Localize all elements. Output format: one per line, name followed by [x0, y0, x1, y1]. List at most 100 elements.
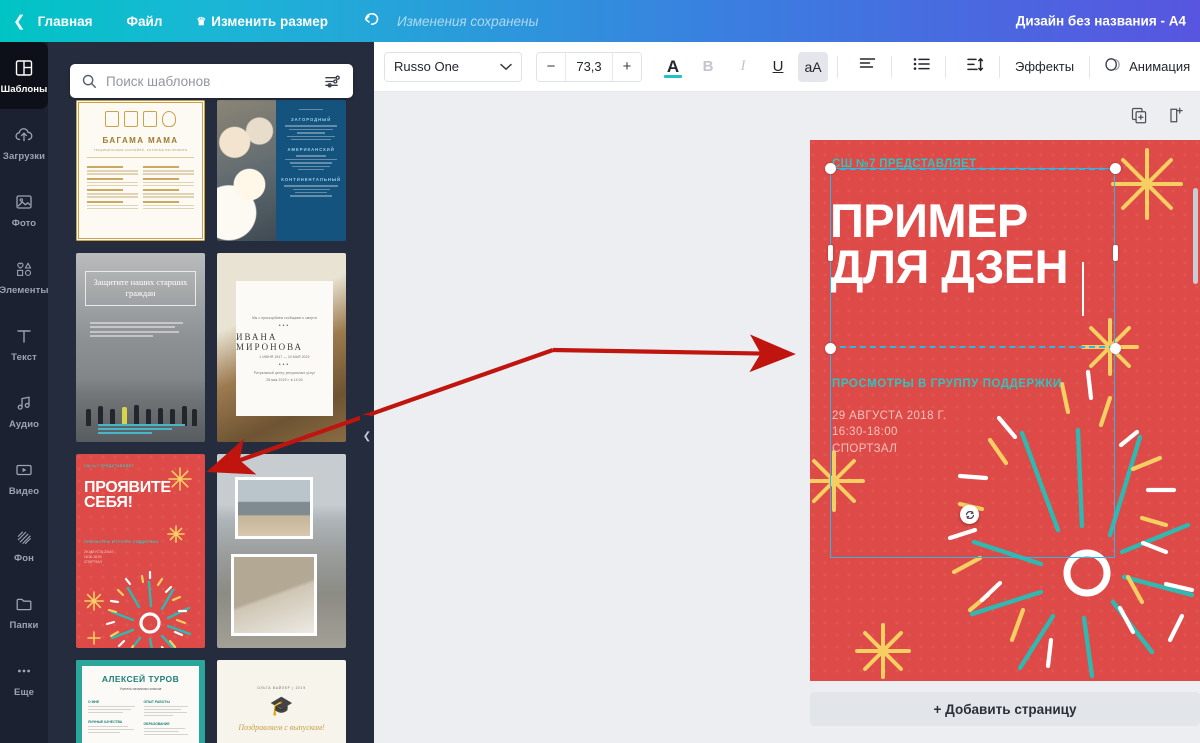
filter-sliders-icon[interactable]	[324, 73, 341, 90]
align-button[interactable]	[852, 52, 882, 82]
undo-icon[interactable]	[362, 11, 381, 31]
panel-collapse-button[interactable]: ❮	[360, 415, 374, 457]
text-color-label: A	[666, 56, 680, 76]
home-menu[interactable]: Главная	[38, 14, 93, 29]
templates-icon	[13, 57, 35, 79]
template-card-beach-collage[interactable]	[217, 454, 346, 648]
template-grid[interactable]: БАГАМА МАМА ТРАДИЦИОННЫЕ КОКТЕЙЛИ, КОТОР…	[48, 100, 374, 743]
template-title: Защитите наших старших граждан	[93, 277, 188, 299]
align-left-icon	[859, 57, 876, 76]
sidebar-item-templates[interactable]: Шаблоны	[0, 42, 48, 109]
home-label: Главная	[37, 13, 93, 29]
italic-button[interactable]: I	[728, 52, 758, 82]
canvas-stage: СШ №7 ПРЕДСТАВЛЯЕТ ПРИМЕР ДЛЯ ДЗЕН ПРОСМ…	[374, 92, 1200, 743]
template-row: БАГАМА МАМА ТРАДИЦИОННЫЕ КОКТЕЙЛИ, КОТОР…	[76, 100, 346, 241]
font-name: Russo One	[394, 59, 460, 74]
duplicate-page-icon[interactable]	[1130, 106, 1149, 125]
sidebar-label: Фон	[14, 552, 34, 564]
sidebar-item-background[interactable]: Фон	[0, 511, 48, 578]
toolbar-divider	[891, 55, 892, 78]
page-tools	[1130, 106, 1186, 125]
italic-label: I	[740, 58, 746, 74]
sidebar-item-video[interactable]: Видео	[0, 444, 48, 511]
collage-photo	[235, 477, 313, 539]
underline-button[interactable]: U	[763, 52, 793, 82]
toolbar-divider	[1089, 55, 1091, 78]
sidebar-item-folders[interactable]: Папки	[0, 578, 48, 645]
letter-case-button[interactable]: aA	[798, 51, 828, 82]
template-title: ИВАНА МИРОНОВА	[236, 331, 304, 352]
template-card-restaurant-menu[interactable]: ЗАГОРОДНЫЙ АМЕРИКАНСКИЙ КОНТИНЕНТАЛЬНЫЙ	[217, 100, 346, 241]
template-card-bahama[interactable]: БАГАМА МАМА ТРАДИЦИОННЫЕ КОКТЕЙЛИ, КОТОР…	[76, 100, 205, 241]
food-photo	[217, 100, 277, 241]
rotate-handle-icon[interactable]	[960, 505, 979, 524]
font-size-value[interactable]: 73,3	[565, 52, 613, 81]
file-label: Файл	[126, 13, 163, 29]
animation-button[interactable]: Анимация	[1099, 55, 1190, 79]
template-card-memorial[interactable]: Мы с прискорбием сообщаем о смерти ••• И…	[217, 253, 346, 442]
template-top-label: ОЛЬГА ВАЙЛЕР | 2019	[257, 685, 306, 690]
line-spacing-icon	[966, 57, 984, 77]
sidebar-item-more[interactable]: Еще	[0, 645, 48, 712]
menu-section: ЗАГОРОДНЫЙ	[291, 117, 332, 123]
toolbar-divider	[999, 55, 1000, 78]
font-size-stepper[interactable]: − 73,3 +	[536, 51, 642, 82]
case-label: aA	[804, 58, 822, 75]
text-icon	[13, 325, 35, 347]
design-canvas[interactable]: СШ №7 ПРЕДСТАВЛЯЕТ ПРИМЕР ДЛЯ ДЗЕН ПРОСМ…	[810, 140, 1200, 681]
back-chevron-icon[interactable]: ❮	[13, 12, 26, 30]
sidebar-label: Текст	[11, 351, 37, 363]
search-bar[interactable]	[70, 64, 353, 98]
resize-label: Изменить размер	[211, 13, 328, 29]
font-family-select[interactable]: Russo One	[384, 51, 522, 82]
add-page-button[interactable]: + Добавить страницу	[810, 692, 1200, 726]
handle-middle-right[interactable]	[1113, 245, 1118, 261]
bullet-list-button[interactable]	[906, 52, 936, 82]
handle-bottom-left[interactable]	[825, 343, 836, 354]
video-icon	[13, 459, 35, 481]
sidebar-item-text[interactable]: Текст	[0, 310, 48, 377]
top-header: ❮ Главная Файл ♛ Изменить размер Изменен…	[0, 0, 1200, 42]
effects-button[interactable]: Эффекты	[1009, 59, 1080, 74]
animation-label: Анимация	[1129, 59, 1191, 74]
text-color-button[interactable]: A	[658, 52, 688, 82]
handle-middle-left[interactable]	[828, 245, 833, 261]
font-size-increase[interactable]: +	[613, 52, 641, 81]
template-card-graduation[interactable]: ОЛЬГА ВАЙЛЕР | 2019 🎓 Поздравляем с выпу…	[217, 660, 346, 743]
search-input[interactable]	[106, 73, 324, 89]
sidebar-item-uploads[interactable]: Загрузки	[0, 109, 48, 176]
handle-bottom-right[interactable]	[1110, 343, 1121, 354]
background-icon	[13, 526, 35, 548]
template-card-resume[interactable]: АЛЕКСЕЙ ТУРОВ Учитель начальных классов …	[76, 660, 205, 743]
template-title: АЛЕКСЕЙ ТУРОВ	[101, 674, 180, 684]
chevron-down-icon	[500, 59, 512, 74]
sidebar-item-audio[interactable]: Аудио	[0, 377, 48, 444]
text-color-swatch	[664, 75, 682, 78]
template-role: Учитель начальных классов	[119, 687, 162, 691]
folder-icon	[13, 593, 35, 615]
sidebar-label: Видео	[8, 485, 40, 497]
handle-top-right[interactable]	[1110, 163, 1121, 174]
bold-button[interactable]: B	[693, 52, 723, 82]
document-title[interactable]: Дизайн без названия - A4	[1016, 14, 1186, 29]
template-subtitle: ТРАДИЦИОННЫЕ КОКТЕЙЛИ, КОТОРЫЕ ВЫ ЛЮБИТЕ	[93, 148, 188, 152]
canvas-scrollbar[interactable]	[1193, 188, 1198, 284]
sidebar-item-photos[interactable]: Фото	[0, 176, 48, 243]
menu-section: КОНТИНЕНТАЛЬНЫЙ	[281, 177, 341, 183]
template-card-elders[interactable]: Защитите наших старших граждан	[76, 253, 205, 442]
toolbar-divider	[837, 55, 838, 78]
handle-top-left[interactable]	[825, 163, 836, 174]
sidebar-item-elements[interactable]: Элементы	[0, 243, 49, 310]
font-size-decrease[interactable]: −	[537, 52, 565, 81]
line-spacing-button[interactable]	[960, 52, 990, 82]
resize-menu[interactable]: ♛ Изменить размер	[196, 14, 328, 29]
elements-icon	[13, 258, 35, 280]
file-menu[interactable]: Файл	[126, 14, 162, 29]
sidebar-label: Папки	[9, 619, 39, 631]
add-page-icon[interactable]	[1167, 106, 1186, 125]
sidebar-label: Элементы	[0, 284, 49, 296]
template-card-cheer-red[interactable]: СШ №7 ПРЕДСТАВЛЯЕТ ПРОЯВИТЕ СЕБЯ! ПРОСМОТ…	[76, 454, 205, 648]
text-selection-box	[830, 168, 1115, 348]
left-rail: Шаблоны Загрузки Фото Элементы Текст Ауд…	[0, 42, 49, 743]
template-row: Защитите наших старших граждан Мы с прис…	[76, 253, 346, 442]
